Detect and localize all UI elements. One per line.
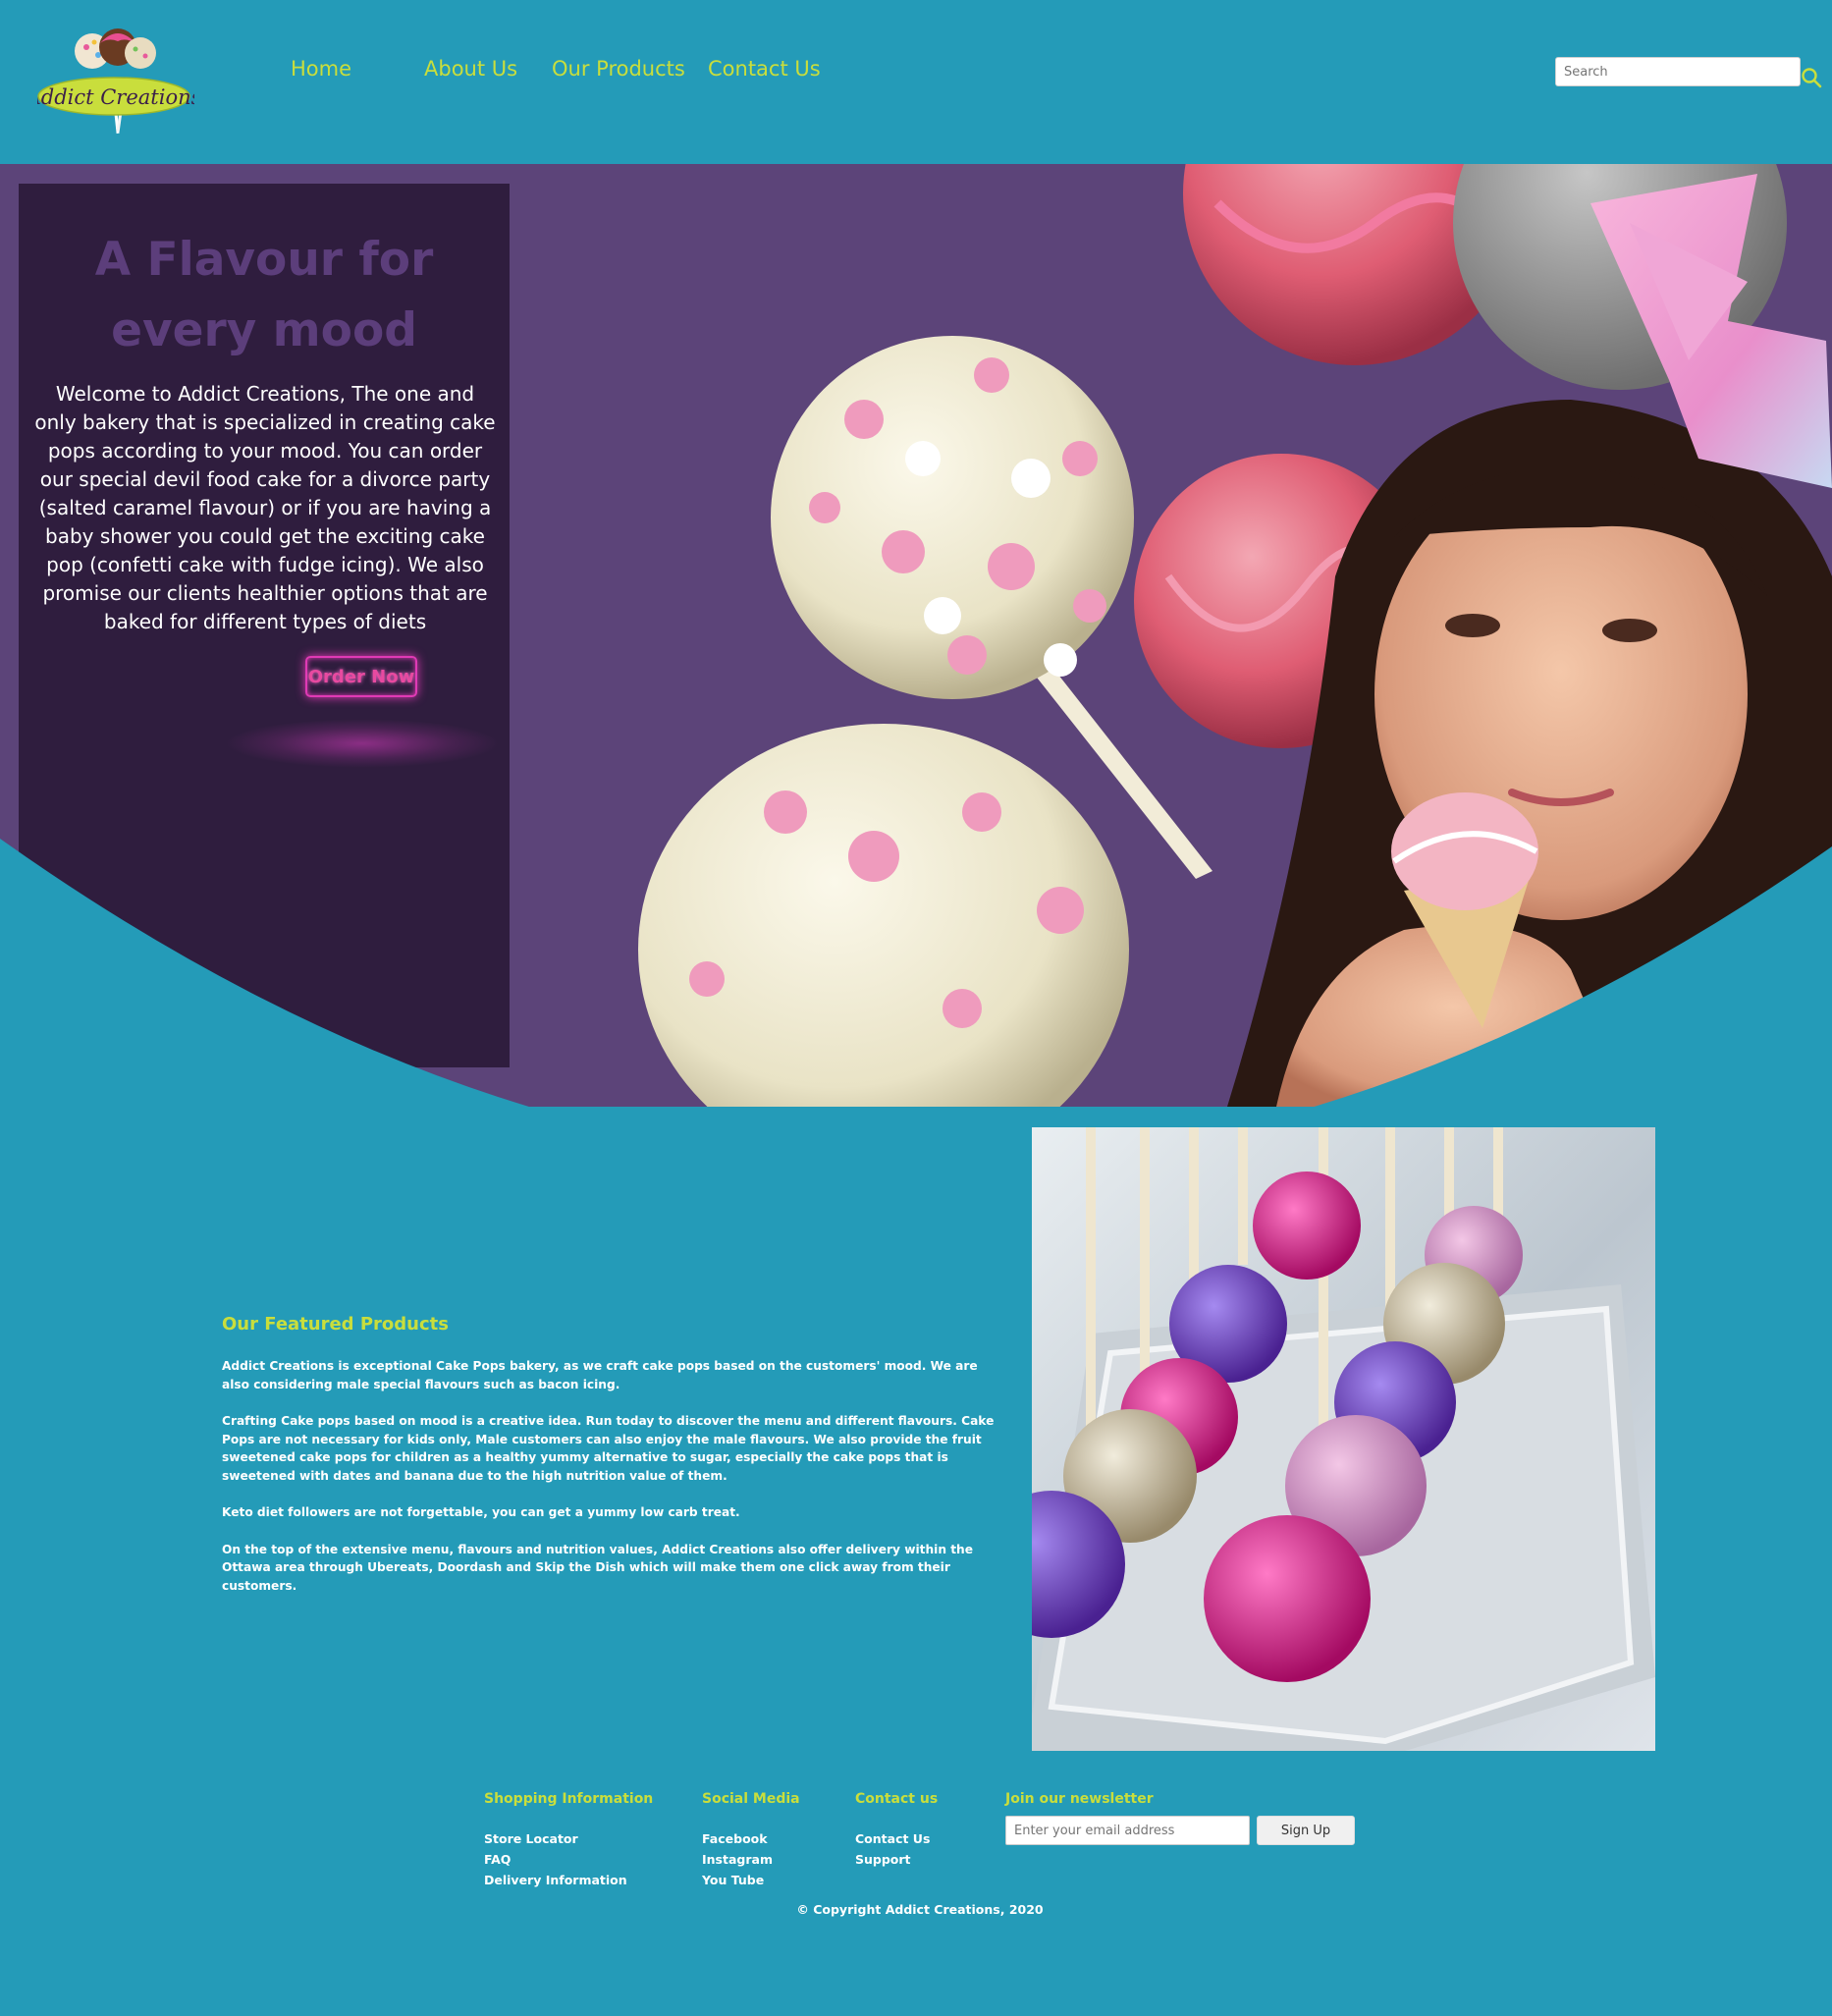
featured-paragraph: Addict Creations is exceptional Cake Pop… — [222, 1359, 978, 1391]
logo-text: Addict Creations — [37, 85, 194, 109]
featured-paragraph: Keto diet followers are not forgettable,… — [222, 1505, 740, 1519]
hero-panel: A Flavour for every mood Welcome to Addi… — [19, 184, 510, 1067]
featured-description: Addict Creations is exceptional Cake Pop… — [222, 1357, 997, 1613]
order-button-glow — [225, 719, 500, 768]
nav-contact[interactable]: Contact Us — [708, 57, 821, 81]
search-icon[interactable] — [1801, 67, 1822, 88]
featured-paragraph: On the top of the extensive menu, flavou… — [222, 1542, 974, 1593]
hero-title-line1: A Flavour for — [94, 233, 434, 287]
footer-link-contact-us[interactable]: Contact Us — [855, 1828, 930, 1849]
featured-paragraph: Crafting Cake pops based on mood is a cr… — [222, 1414, 995, 1483]
footer-contact-links: Contact Us Support — [855, 1828, 930, 1870]
footer-link-youtube[interactable]: You Tube — [702, 1870, 773, 1890]
footer-contact-title: Contact us — [855, 1791, 939, 1807]
search-input[interactable] — [1555, 57, 1801, 86]
featured-cake-pops-image — [1032, 1127, 1655, 1751]
order-now-button[interactable]: Order Now — [305, 656, 417, 697]
footer-social-title: Social Media — [702, 1791, 800, 1807]
footer-shopping-links: Store Locator FAQ Delivery Information — [484, 1828, 627, 1890]
nav-products[interactable]: Our Products — [552, 57, 685, 81]
footer-newsletter-title: Join our newsletter — [1005, 1791, 1154, 1807]
hero-title-line2: every mood — [111, 303, 417, 357]
footer-link-support[interactable]: Support — [855, 1849, 930, 1870]
nav-about[interactable]: About Us — [424, 57, 517, 81]
newsletter-signup-button[interactable]: Sign Up — [1257, 1816, 1355, 1845]
footer-link-store-locator[interactable]: Store Locator — [484, 1828, 627, 1849]
footer-link-facebook[interactable]: Facebook — [702, 1828, 773, 1849]
cake-pops-logo[interactable]: Addict Creations — [37, 26, 194, 136]
footer-shopping-title: Shopping Information — [484, 1791, 654, 1807]
nav-home[interactable]: Home — [291, 57, 351, 81]
footer-link-faq[interactable]: FAQ — [484, 1849, 627, 1870]
featured-title: Our Featured Products — [222, 1314, 449, 1335]
copyright-text: © Copyright Addict Creations, 2020 — [796, 1902, 1044, 1917]
newsletter-email-input[interactable] — [1005, 1816, 1250, 1845]
footer-social-links: Facebook Instagram You Tube — [702, 1828, 773, 1890]
hero-title: A Flavour for every mood — [19, 225, 510, 366]
footer-link-delivery[interactable]: Delivery Information — [484, 1870, 627, 1890]
hero-section: A Flavour for every mood Welcome to Addi… — [0, 164, 1832, 1107]
footer-link-instagram[interactable]: Instagram — [702, 1849, 773, 1870]
hero-description: Welcome to Addict Creations, The one and… — [34, 382, 496, 633]
site-header: Addict Creations Home About Us Our Produ… — [0, 0, 1832, 164]
